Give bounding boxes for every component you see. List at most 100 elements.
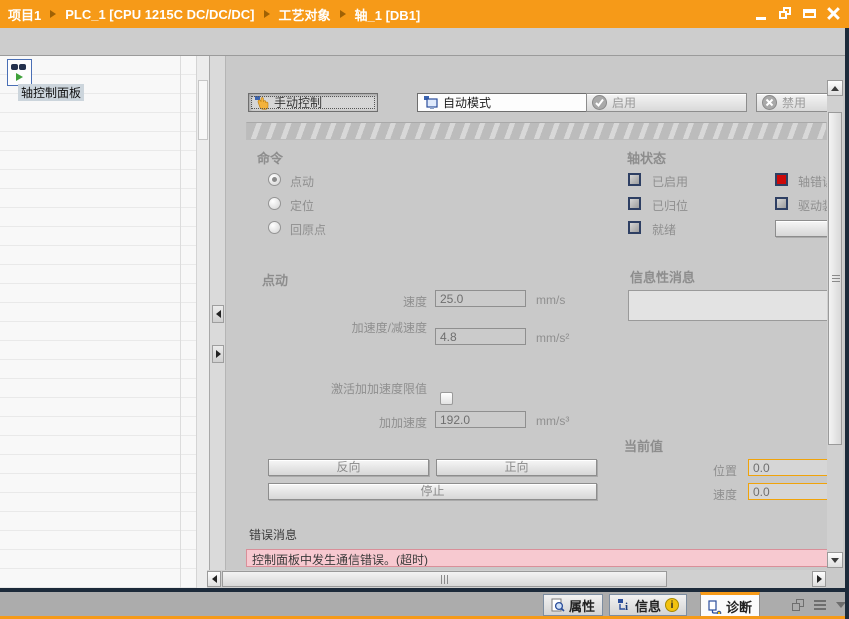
position-label: 位置 xyxy=(667,462,737,479)
horizontal-scrollbar-thumb[interactable] xyxy=(222,571,667,587)
backward-button[interactable]: 反向 xyxy=(268,459,429,476)
horizontal-scrollbar[interactable] xyxy=(207,570,826,588)
breadcrumb-project[interactable]: 项目1 xyxy=(8,5,41,24)
error-message-bar: 控制面板中发生通信错误。(超时) xyxy=(246,549,827,567)
minimize-button[interactable] xyxy=(755,7,769,21)
velocity-value-field: 0.0 xyxy=(748,483,827,500)
minimize-icon xyxy=(756,17,766,20)
statusbar: 属性 i 信息 i 诊断 xyxy=(0,592,849,619)
axis-control-panel: 手动控制 自动模式 启用 禁用 命令 xyxy=(226,56,827,568)
breadcrumb-arrow-icon xyxy=(264,10,270,18)
scroll-right-button[interactable] xyxy=(812,571,826,587)
sidebar-item-label: 轴控制面板 xyxy=(21,84,81,101)
breadcrumb: 项目1 PLC_1 [CPU 1215C DC/DC/DC] 工艺对象 轴_1 … xyxy=(8,5,420,24)
info-message-field xyxy=(628,290,827,321)
info-icon: i xyxy=(617,598,631,612)
splitter[interactable] xyxy=(209,56,226,589)
radio-positioning[interactable] xyxy=(268,197,281,210)
chevron-left-icon xyxy=(216,310,221,318)
tab-info[interactable]: i 信息 i xyxy=(609,594,687,616)
float-windows-icon[interactable] xyxy=(792,599,804,611)
breadcrumb-plc[interactable]: PLC_1 [CPU 1215C DC/DC/DC] xyxy=(65,7,254,22)
chevron-right-icon xyxy=(216,350,221,358)
enabled-label: 已启用 xyxy=(652,173,688,190)
scroll-left-button[interactable] xyxy=(207,571,221,587)
sidebar-scrollbar[interactable] xyxy=(196,56,209,589)
automatic-mode-button[interactable]: 自动模式 xyxy=(417,93,589,112)
stop-button[interactable]: 停止 xyxy=(268,483,597,500)
tab-diagnostics-label: 诊断 xyxy=(726,597,752,616)
jerk-limit-checkbox[interactable] xyxy=(440,392,453,405)
sidebar-item-axis-control-panel[interactable]: 轴控制面板 xyxy=(18,84,84,101)
tab-properties[interactable]: 属性 xyxy=(543,594,603,616)
ready-label: 就绪 xyxy=(652,221,676,238)
breadcrumb-technology-objects[interactable]: 工艺对象 xyxy=(279,5,331,24)
tab-properties-label: 属性 xyxy=(569,596,595,615)
enabled-indicator xyxy=(628,173,641,186)
breadcrumb-arrow-icon xyxy=(50,10,56,18)
enable-button[interactable]: 启用 xyxy=(586,93,747,112)
maximize-button[interactable] xyxy=(803,7,817,21)
breadcrumb-axis[interactable]: 轴_1 [DB1] xyxy=(355,5,421,24)
properties-icon xyxy=(551,598,565,612)
commissioning-glasses-button[interactable] xyxy=(7,59,32,86)
tab-info-label: 信息 xyxy=(635,596,661,615)
play-icon xyxy=(16,73,23,81)
scroll-down-button[interactable] xyxy=(827,552,843,568)
sidebar-scrollbar-thumb[interactable] xyxy=(198,80,208,140)
hand-icon xyxy=(254,95,269,110)
tab-diagnostics[interactable]: 诊断 xyxy=(700,592,760,619)
window-right-edge xyxy=(845,28,849,619)
manual-control-button[interactable]: 手动控制 xyxy=(248,93,378,112)
vertical-scrollbar-thumb[interactable] xyxy=(828,112,842,445)
window-controls xyxy=(755,7,841,21)
jerk-input[interactable]: 192.0 xyxy=(435,411,526,428)
axis-error-label: 轴错误 xyxy=(798,173,827,190)
current-values-title: 当前值 xyxy=(624,436,663,455)
diagnostics-icon xyxy=(708,600,722,614)
speed-unit: mm/s xyxy=(536,293,565,307)
command-section-title: 命令 xyxy=(257,148,283,167)
drive-error-label: 驱动装 xyxy=(798,197,827,214)
jerk-unit: mm/s³ xyxy=(536,414,569,428)
restore-button[interactable] xyxy=(779,7,793,21)
list-view-icon[interactable] xyxy=(814,600,826,610)
svg-text:i: i xyxy=(625,601,628,612)
velocity-label: 速度 xyxy=(667,486,737,503)
disable-button[interactable]: 禁用 xyxy=(756,93,827,112)
speed-input[interactable]: 25.0 xyxy=(435,290,526,307)
maximize-icon xyxy=(803,9,816,18)
expand-right-button[interactable] xyxy=(212,345,224,363)
close-button[interactable] xyxy=(827,7,841,21)
breadcrumb-arrow-icon xyxy=(340,10,346,18)
manual-control-label: 手动控制 xyxy=(274,94,322,111)
jerk-label: 加加速度 xyxy=(286,414,427,431)
statusbar-right-icons xyxy=(792,599,846,611)
error-message-title: 错误消息 xyxy=(249,526,297,543)
tia-portal-window: 项目1 PLC_1 [CPU 1215C DC/DC/DC] 工艺对象 轴_1 … xyxy=(0,0,849,619)
radio-homing[interactable] xyxy=(268,221,281,234)
ready-indicator xyxy=(628,221,641,234)
accel-unit: mm/s² xyxy=(536,331,569,345)
disable-label: 禁用 xyxy=(782,94,806,111)
speed-label: 速度 xyxy=(286,293,427,310)
radio-jog-label: 点动 xyxy=(290,173,314,190)
accel-input[interactable]: 4.8 xyxy=(435,328,526,345)
radio-jog[interactable] xyxy=(268,173,281,186)
vertical-scrollbar[interactable] xyxy=(827,80,843,568)
chevron-right-icon xyxy=(817,575,822,583)
check-circle-icon xyxy=(592,95,607,110)
position-value-field: 0.0 xyxy=(748,459,827,476)
jog-section-title: 点动 xyxy=(262,270,288,289)
collapse-left-button[interactable] xyxy=(212,305,224,323)
chevron-down-icon xyxy=(831,558,839,563)
homed-indicator xyxy=(628,197,641,210)
scroll-up-button[interactable] xyxy=(827,80,843,96)
enable-label: 启用 xyxy=(612,94,636,111)
titlebar: 项目1 PLC_1 [CPU 1215C DC/DC/DC] 工艺对象 轴_1 … xyxy=(0,0,849,28)
automatic-mode-label: 自动模式 xyxy=(443,94,491,111)
chevron-up-icon xyxy=(831,86,839,91)
monitor-icon xyxy=(423,95,438,110)
acknowledge-button-partial[interactable] xyxy=(775,220,827,237)
forward-button[interactable]: 正向 xyxy=(436,459,597,476)
